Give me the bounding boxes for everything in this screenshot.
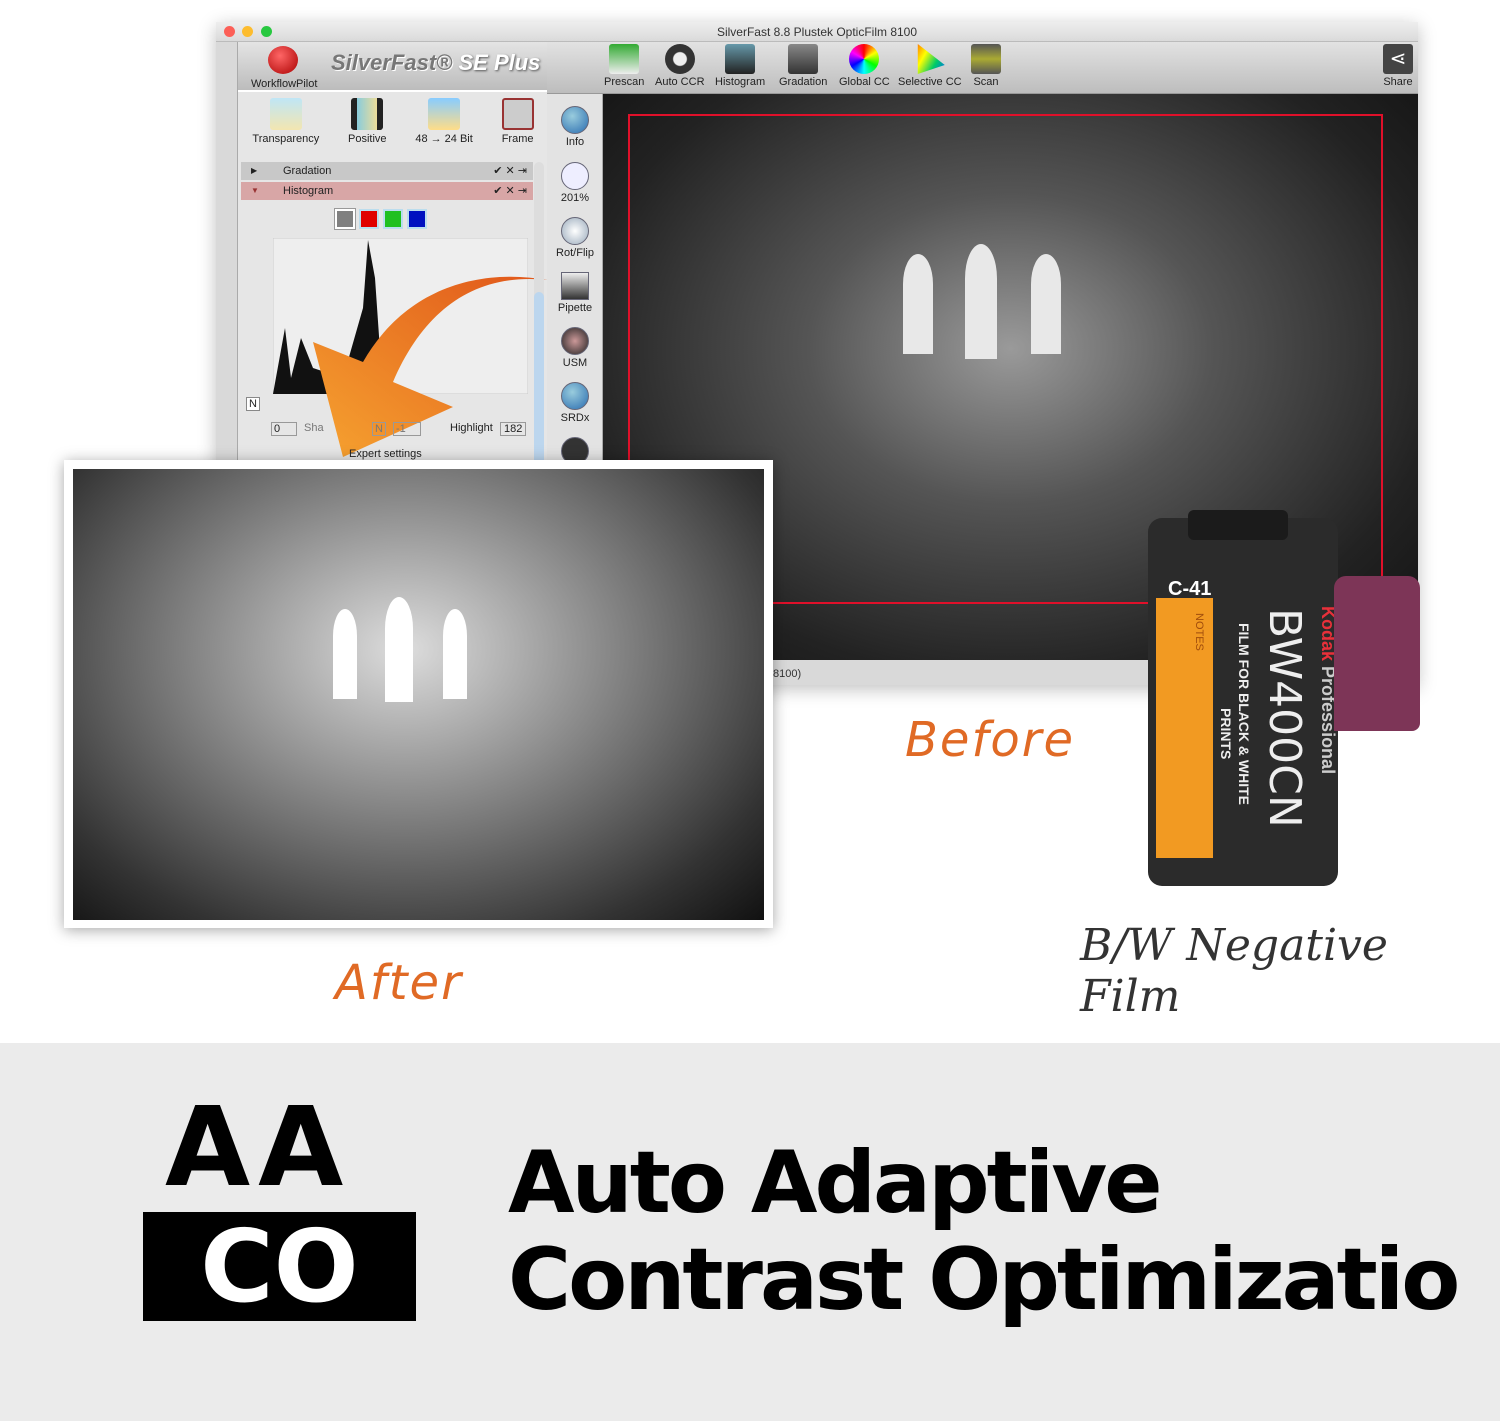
usm-button[interactable]: USM [547, 327, 603, 369]
info-icon [561, 106, 589, 134]
midtone-value-field[interactable]: -1 [393, 422, 421, 436]
status-text: 8100) [773, 668, 802, 680]
frame-button[interactable]: Frame [501, 98, 534, 152]
after-photo-frame [64, 460, 773, 928]
film-name: BW400CN [1259, 608, 1310, 828]
global-cc-button[interactable]: Global CC [839, 44, 890, 88]
transparency-button[interactable]: Transparency [252, 98, 319, 152]
pipette-icon [561, 272, 589, 300]
section-controls[interactable]: ✔ ✕ ⇥ [493, 182, 527, 200]
feature-title-line2: Contrast Optimizatio [508, 1230, 1460, 1330]
histogram-icon [725, 44, 756, 74]
prescan-icon [609, 44, 640, 74]
auto-ccr-icon [664, 44, 695, 74]
highlight-value-field[interactable]: 182 [500, 422, 527, 436]
workflowpilot-icon[interactable] [268, 46, 298, 74]
aaco-logo-bottom: CO [143, 1212, 416, 1321]
gradation-button[interactable]: Gradation [779, 44, 827, 88]
prescan-button[interactable]: Prescan [604, 44, 644, 88]
before-caption: Before [905, 712, 1075, 768]
panel-scrollbar[interactable] [534, 162, 544, 482]
section-gradation[interactable]: ▶ Gradation ✔ ✕ ⇥ [241, 162, 533, 180]
pipette-button[interactable]: Pipette [547, 272, 603, 314]
info-button[interactable]: Info [547, 106, 603, 148]
film-description-2: PRINTS [1218, 708, 1234, 760]
expand-arrow-icon: ▶ [251, 166, 258, 175]
srdx-icon [561, 382, 589, 410]
film-leader [1334, 576, 1420, 731]
selective-cc-button[interactable]: Selective CC [898, 44, 962, 88]
magnifier-icon [561, 162, 589, 190]
channel-green[interactable] [383, 209, 403, 229]
channel-blue[interactable] [407, 209, 427, 229]
aaco-logo-top: AA [165, 1083, 352, 1211]
auto-ccr-button[interactable]: Auto CCR [655, 44, 705, 88]
color-triangle-icon [917, 44, 945, 74]
shadow-value-field[interactable]: 0 [271, 422, 297, 436]
after-photo [73, 469, 764, 920]
color-wheel-icon [849, 44, 880, 74]
zoom-level-button[interactable]: 201% [547, 162, 603, 204]
panel-header: WorkflowPilot SilverFast® SE Plus [238, 42, 548, 92]
rot-flip-button[interactable]: Rot/Flip [547, 217, 603, 259]
close-button[interactable] [224, 26, 235, 37]
bit-depth-button[interactable]: 48 → 24 Bit [415, 98, 473, 152]
section-controls[interactable]: ✔ ✕ ⇥ [493, 162, 527, 180]
film-process: C-41 [1168, 578, 1212, 600]
minimize-button[interactable] [242, 26, 253, 37]
feature-banner: AA CO Auto Adaptive Contrast Optimizatio [0, 1043, 1500, 1421]
left-panel: WorkflowPilot SilverFast® SE Plus Transp… [237, 42, 548, 482]
usm-icon [561, 327, 589, 355]
zoom-button[interactable] [261, 26, 272, 37]
transparency-icon [269, 98, 302, 130]
positive-button[interactable]: Positive [348, 98, 387, 152]
channel-red[interactable] [359, 209, 379, 229]
highlight-label: Highlight [450, 422, 493, 434]
gradation-icon [788, 44, 819, 74]
film-description: FILM FOR BLACK & WHITE [1236, 623, 1252, 805]
midtone-n-button[interactable]: N [372, 422, 386, 436]
scan-button[interactable]: Scan [971, 44, 1001, 88]
channel-gray[interactable] [334, 208, 356, 230]
film-positive-icon [351, 98, 384, 130]
collapse-arrow-icon: ▼ [251, 186, 259, 195]
mode-tools: Transparency Positive 48 → 24 Bit Frame [238, 94, 548, 152]
scan-icon [971, 44, 1001, 74]
main-toolbar: Prescan Auto CCR Histogram Gradation Glo… [547, 42, 1418, 94]
window-title: SilverFast 8.8 Plustek OpticFilm 8100 [216, 22, 1418, 42]
feature-title-line1: Auto Adaptive [508, 1133, 1163, 1233]
film-canister: C-41 Kodak Professional BW400CN FILM FOR… [1148, 510, 1338, 886]
side-toolbar: Info 201% Rot/Flip Pipette USM SRDx [547, 94, 603, 465]
brand-logo: SilverFast® SE Plus [331, 50, 541, 75]
section-histogram[interactable]: ▼ Histogram ✔ ✕ ⇥ [241, 182, 533, 200]
shadow-label: Sha [304, 422, 324, 434]
after-caption: After [335, 955, 463, 1011]
expert-settings-toggle[interactable]: Expert settings [349, 448, 422, 460]
frame-tools-icon [501, 98, 534, 130]
workflowpilot-label: WorkflowPilot [251, 78, 318, 90]
histogram-button[interactable]: Histogram [715, 44, 765, 88]
share-button[interactable]: ⋖ Share [1383, 44, 1413, 88]
channel-selector [334, 208, 427, 230]
film-type-caption: B/W Negative Film [1080, 920, 1388, 1022]
film-notes: NOTES [1193, 613, 1205, 651]
histogram-n-button[interactable]: N [246, 397, 260, 411]
srdx-button[interactable]: SRDx [547, 382, 603, 424]
compass-icon [561, 217, 589, 245]
bit-depth-icon [428, 98, 461, 130]
share-icon: ⋖ [1383, 44, 1413, 74]
